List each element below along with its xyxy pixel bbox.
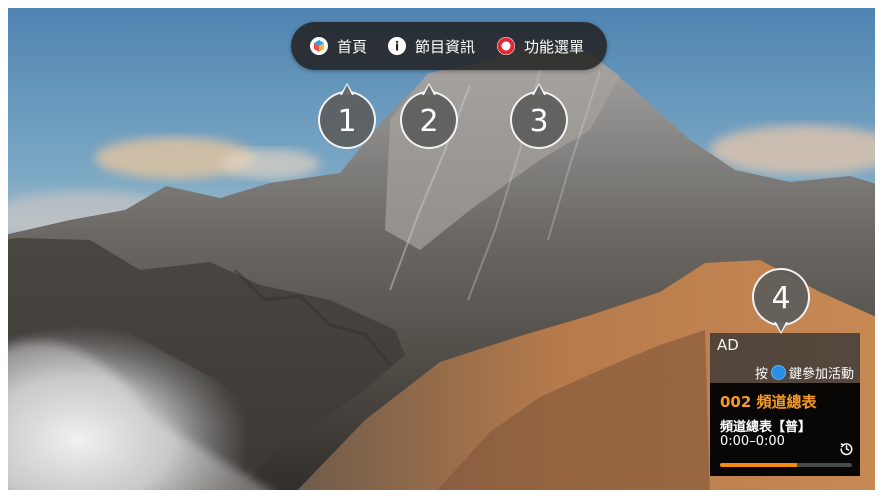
callout-number-1: 1 [318, 91, 376, 149]
channel-info-card[interactable]: 002 頻道總表 頻道總表【普】 0:00–0:00 [710, 383, 860, 476]
program-title: 頻道總表【普】 [720, 420, 812, 435]
home-cube-icon [310, 37, 328, 55]
press-label: 按 [754, 367, 768, 382]
home-menu-item[interactable]: 首頁 [309, 34, 367, 58]
callout-number-3: 3 [510, 91, 568, 149]
tv-screen: 首頁 i 節目資訊 功能選單 1 2 3 4 AD 按 鍵參加活動 002 頻道… [0, 0, 883, 498]
svg-text:i: i [395, 40, 399, 54]
red-ring-icon [497, 37, 515, 55]
program-info-label: 節目資訊 [415, 37, 476, 56]
channel-title: 002 頻道總表 [720, 393, 817, 411]
program-progress-track [720, 463, 852, 467]
program-info-menu-item[interactable]: i 節目資訊 [387, 34, 475, 58]
callout-number-4: 4 [752, 268, 810, 326]
ad-channel-panel[interactable]: AD 按 鍵參加活動 002 頻道總表 頻道總表【普】 0:00–0:00 [710, 333, 860, 476]
program-progress-fill [720, 463, 797, 467]
blue-key-activity-prompt[interactable]: 按 鍵參加活動 [755, 363, 854, 382]
home-label: 首頁 [337, 37, 368, 56]
activity-label: 鍵參加活動 [788, 367, 854, 382]
blue-key-icon [770, 365, 786, 380]
info-icon: i [388, 37, 406, 55]
top-function-menu: 首頁 i 節目資訊 功能選單 [291, 22, 607, 70]
replay-icon[interactable] [839, 441, 854, 456]
program-time: 0:00–0:00 [720, 434, 785, 449]
callout-number-2: 2 [400, 91, 458, 149]
ad-label: AD [717, 336, 739, 354]
function-menu-label: 功能選單 [524, 37, 585, 56]
function-menu-item[interactable]: 功能選單 [496, 34, 584, 58]
